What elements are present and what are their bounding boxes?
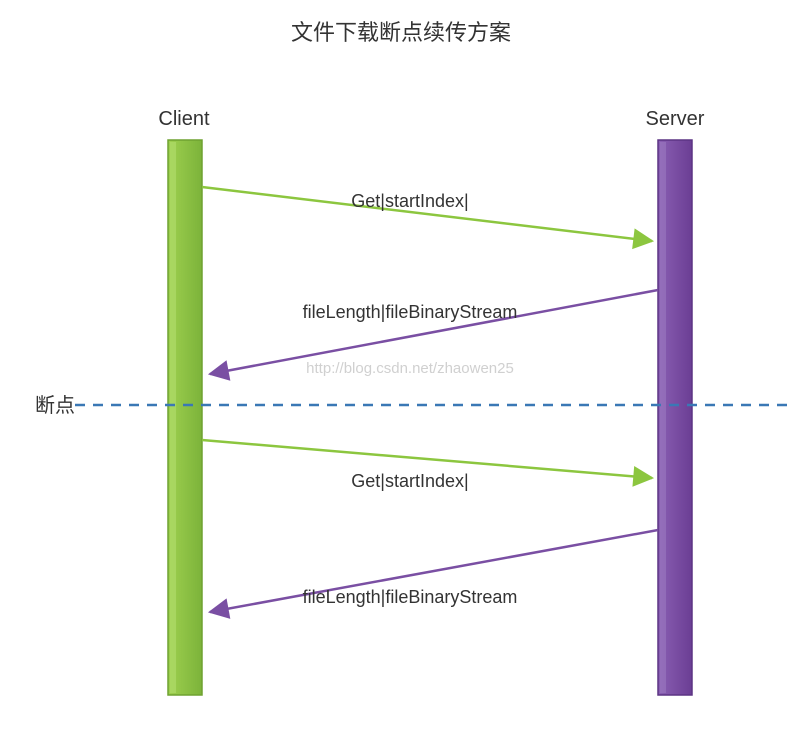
client-lifeline-highlight <box>170 142 176 693</box>
server-lifeline-highlight <box>660 142 666 693</box>
watermark: http://blog.csdn.net/zhaowen25 <box>306 360 514 377</box>
diagram-title: 文件下载断点续传方案 <box>291 20 511 45</box>
msg-resp-1: fileLength|fileBinaryStream <box>303 302 518 322</box>
client-label: Client <box>158 108 210 130</box>
msg-resp-2: fileLength|fileBinaryStream <box>303 587 518 607</box>
msg-get-2: Get|startIndex| <box>351 471 468 491</box>
sequence-diagram: 文件下载断点续传方案 Client Server 断点 Get|startInd… <box>0 0 803 731</box>
breakpoint-label: 断点 <box>35 394 75 417</box>
msg-get-1: Get|startIndex| <box>351 191 468 211</box>
server-label: Server <box>646 108 705 130</box>
